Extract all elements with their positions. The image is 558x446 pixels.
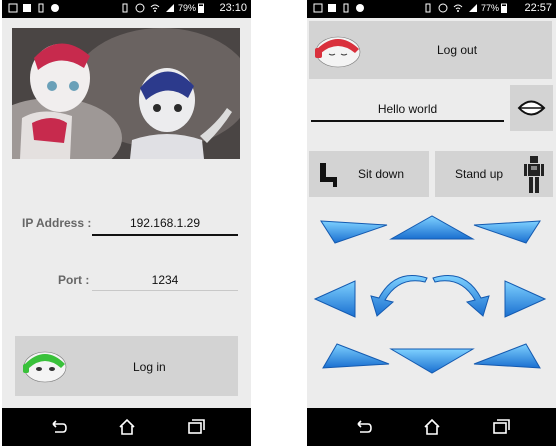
forward-left-arrow[interactable] — [319, 215, 389, 245]
right-arrow[interactable] — [503, 279, 547, 319]
nao-robots-image — [12, 28, 240, 159]
rotate-left-arrow[interactable] — [369, 274, 429, 318]
port-label: Port : — [58, 273, 90, 287]
logout-button[interactable]: Log out — [309, 21, 552, 79]
standing-robot-icon — [524, 156, 544, 193]
sit-down-label: Sit down — [358, 167, 405, 181]
navigation-bar — [307, 408, 556, 446]
android-icon — [356, 4, 364, 12]
sdcard-icon — [343, 3, 349, 13]
vibrate-icon — [122, 3, 128, 13]
sitting-figure-icon — [320, 163, 337, 187]
stand-up-button[interactable]: Stand up — [435, 151, 553, 197]
backward-arrow[interactable] — [389, 347, 475, 375]
battery-percent: 79% — [178, 3, 197, 13]
port-underline — [92, 290, 238, 291]
navigation-bar — [2, 408, 251, 446]
wifi-icon — [150, 4, 160, 12]
stand-up-label: Stand up — [455, 167, 504, 181]
alarm-icon — [135, 3, 145, 13]
back-icon[interactable] — [47, 416, 69, 438]
wifi-icon — [453, 4, 463, 12]
ip-address-underline — [92, 234, 238, 236]
vibrate-icon — [425, 3, 431, 13]
port-input[interactable]: 1234 — [92, 273, 238, 287]
login-label: Log in — [133, 360, 166, 374]
rotate-right-arrow[interactable] — [431, 274, 491, 318]
login-screen: 79% 23:10 IP Address : 192.168.1.29 Port… — [2, 0, 251, 446]
image-icon — [23, 4, 31, 12]
status-bar: 77% 22:57 — [307, 0, 556, 18]
status-bar: 79% 23:10 — [2, 0, 251, 18]
speak-button[interactable] — [510, 85, 553, 131]
backward-right-arrow[interactable] — [472, 342, 542, 372]
notification-icon — [313, 3, 323, 13]
speech-mouth-icon — [517, 100, 546, 116]
nao-head-icon — [315, 36, 361, 68]
login-button[interactable]: Log in — [15, 336, 238, 396]
ip-address-input[interactable]: 192.168.1.29 — [92, 216, 238, 230]
sdcard-icon — [38, 3, 44, 13]
battery-icon — [198, 3, 204, 13]
say-text-input[interactable]: Hello world — [311, 102, 504, 116]
notification-icon — [8, 3, 18, 13]
say-text-underline — [311, 120, 504, 122]
nao-head-icon — [23, 351, 67, 383]
battery-percent: 77% — [481, 3, 500, 13]
recent-apps-icon[interactable] — [490, 416, 512, 438]
sit-down-button[interactable]: Sit down — [309, 151, 429, 197]
signal-icon — [469, 4, 477, 12]
image-icon — [328, 4, 336, 12]
forward-arrow[interactable] — [389, 213, 475, 241]
recent-apps-icon[interactable] — [185, 416, 207, 438]
home-icon[interactable] — [116, 416, 138, 438]
logout-label: Log out — [437, 43, 478, 57]
battery-icon — [501, 3, 507, 13]
backward-left-arrow[interactable] — [321, 342, 391, 372]
signal-icon — [166, 4, 174, 12]
home-icon[interactable] — [421, 416, 443, 438]
status-time: 22:57 — [524, 2, 552, 14]
back-icon[interactable] — [352, 416, 374, 438]
ip-address-label: IP Address : — [22, 216, 92, 230]
forward-right-arrow[interactable] — [472, 215, 542, 245]
control-screen: 77% 22:57 Log out Hello world Sit down S… — [307, 0, 556, 446]
left-arrow[interactable] — [313, 279, 357, 319]
android-icon — [51, 4, 59, 12]
status-time: 23:10 — [219, 2, 247, 14]
alarm-icon — [438, 3, 448, 13]
